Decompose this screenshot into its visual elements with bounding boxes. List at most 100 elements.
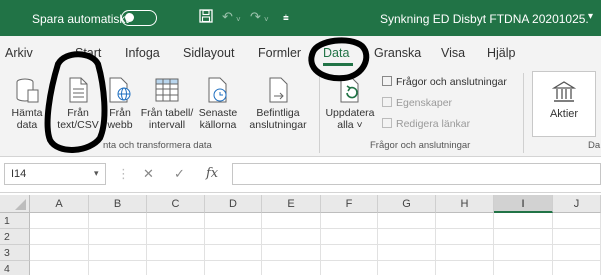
cell-d2[interactable] — [205, 229, 262, 245]
from-table-label-2: intervall — [148, 119, 186, 131]
column-header-d[interactable]: D — [205, 195, 262, 213]
undo-icon[interactable]: ↶ — [222, 9, 233, 25]
cell-d3[interactable] — [205, 245, 262, 261]
autosave-label: Spara automatiskt — [32, 12, 129, 26]
column-header-e[interactable]: E — [262, 195, 321, 213]
cell-i2[interactable] — [494, 229, 553, 245]
cell-e3[interactable] — [262, 245, 321, 261]
row-header-1[interactable]: 1 — [0, 213, 30, 229]
cell-f4[interactable] — [321, 261, 378, 275]
from-table-range-button[interactable]: Från tabell/ intervall — [137, 76, 197, 131]
insert-function-icon[interactable]: fx — [206, 166, 218, 181]
column-header-g[interactable]: G — [378, 195, 436, 213]
cell-c1[interactable] — [147, 213, 205, 229]
properties-button[interactable]: Egenskaper — [382, 97, 452, 109]
from-web-label-1: Från — [109, 107, 131, 119]
autosave-toggle[interactable] — [121, 10, 157, 26]
cell-j3[interactable] — [553, 245, 601, 261]
column-header-j[interactable]: J — [553, 195, 601, 213]
tab-data[interactable]: Data — [323, 46, 349, 60]
cell-i1[interactable] — [494, 213, 553, 229]
cell-b4[interactable] — [89, 261, 147, 275]
from-web-button[interactable]: Från webb — [105, 76, 135, 131]
edit-links-button[interactable]: Redigera länkar — [382, 118, 470, 130]
cell-e2[interactable] — [262, 229, 321, 245]
cell-h2[interactable] — [436, 229, 494, 245]
redo-dropdown-icon[interactable]: ˅ — [264, 12, 269, 28]
column-header-b[interactable]: B — [89, 195, 147, 213]
cell-a1[interactable] — [30, 213, 89, 229]
cell-a2[interactable] — [30, 229, 89, 245]
tab-hjalp[interactable]: Hjälp — [487, 46, 516, 60]
cell-h4[interactable] — [436, 261, 494, 275]
tab-formler[interactable]: Formler — [258, 46, 301, 60]
refresh-all-label-1: Uppdatera — [325, 107, 375, 119]
queries-connections-label: Frågor och anslutningar — [396, 76, 507, 88]
cell-i4[interactable] — [494, 261, 553, 275]
cell-f3[interactable] — [321, 245, 378, 261]
cell-f1[interactable] — [321, 213, 378, 229]
undo-dropdown-icon[interactable]: ˅ — [236, 12, 241, 28]
cancel-icon[interactable]: ✕ — [143, 166, 154, 182]
cell-d1[interactable] — [205, 213, 262, 229]
row-header-4[interactable]: 4 — [0, 261, 30, 275]
row-header-3[interactable]: 3 — [0, 245, 30, 261]
table-icon — [154, 76, 180, 104]
get-data-label-1: Hämta — [11, 107, 43, 119]
row-header-2[interactable]: 2 — [0, 229, 30, 245]
cell-b1[interactable] — [89, 213, 147, 229]
cell-j2[interactable] — [553, 229, 601, 245]
column-header-f[interactable]: F — [321, 195, 378, 213]
name-box[interactable]: I14 — [4, 163, 106, 185]
cell-d4[interactable] — [205, 261, 262, 275]
queries-connections-button[interactable]: Frågor och anslutningar — [382, 76, 507, 88]
title-dropdown-icon[interactable]: ▾ — [588, 11, 593, 22]
column-header-h[interactable]: H — [436, 195, 494, 213]
tab-visa[interactable]: Visa — [441, 46, 465, 60]
stocks-button[interactable]: Aktier — [532, 71, 596, 137]
cell-e1[interactable] — [262, 213, 321, 229]
column-header-c[interactable]: C — [147, 195, 205, 213]
cell-a3[interactable] — [30, 245, 89, 261]
cell-g2[interactable] — [378, 229, 436, 245]
tab-sidlayout[interactable]: Sidlayout — [183, 46, 234, 60]
from-text-label-1: Från — [67, 107, 89, 119]
cell-e4[interactable] — [262, 261, 321, 275]
group-label-data-types: Da — [588, 140, 601, 151]
cell-a4[interactable] — [30, 261, 89, 275]
recent-sources-button[interactable]: Senaste källorna — [197, 76, 239, 131]
customize-qat-icon[interactable]: ⩧ — [283, 11, 289, 27]
name-box-dropdown-icon[interactable]: ▾ — [94, 168, 99, 179]
cell-h1[interactable] — [436, 213, 494, 229]
tab-granska[interactable]: Granska — [374, 46, 421, 60]
cell-g3[interactable] — [378, 245, 436, 261]
enter-icon[interactable]: ✓ — [174, 166, 185, 182]
recent-sources-label-2: källorna — [199, 119, 237, 131]
tab-start[interactable]: Start — [75, 46, 101, 60]
cell-h3[interactable] — [436, 245, 494, 261]
refresh-all-button[interactable]: Uppdatera alla ˅ — [324, 76, 376, 131]
existing-connections-button[interactable]: Befintliga anslutningar — [244, 76, 312, 131]
cell-g4[interactable] — [378, 261, 436, 275]
cell-c4[interactable] — [147, 261, 205, 275]
cell-j1[interactable] — [553, 213, 601, 229]
formula-input[interactable] — [232, 163, 601, 185]
cell-f2[interactable] — [321, 229, 378, 245]
tab-infoga[interactable]: Infoga — [125, 46, 160, 60]
column-header-i[interactable]: I — [494, 195, 553, 213]
get-data-button[interactable]: Hämta data — [10, 76, 44, 131]
cell-j4[interactable] — [553, 261, 601, 275]
select-all-corner[interactable] — [0, 195, 30, 213]
cell-g1[interactable] — [378, 213, 436, 229]
cell-c2[interactable] — [147, 229, 205, 245]
cell-b3[interactable] — [89, 245, 147, 261]
cell-i3[interactable] — [494, 245, 553, 261]
cell-c3[interactable] — [147, 245, 205, 261]
from-text-csv-button[interactable]: Från text/CSV — [53, 76, 103, 131]
tab-arkiv[interactable]: Arkiv — [5, 46, 33, 60]
column-header-a[interactable]: A — [30, 195, 89, 213]
redo-icon[interactable]: ↷ — [250, 9, 261, 25]
save-icon[interactable] — [199, 9, 213, 27]
cell-b2[interactable] — [89, 229, 147, 245]
group-separator — [319, 73, 320, 153]
